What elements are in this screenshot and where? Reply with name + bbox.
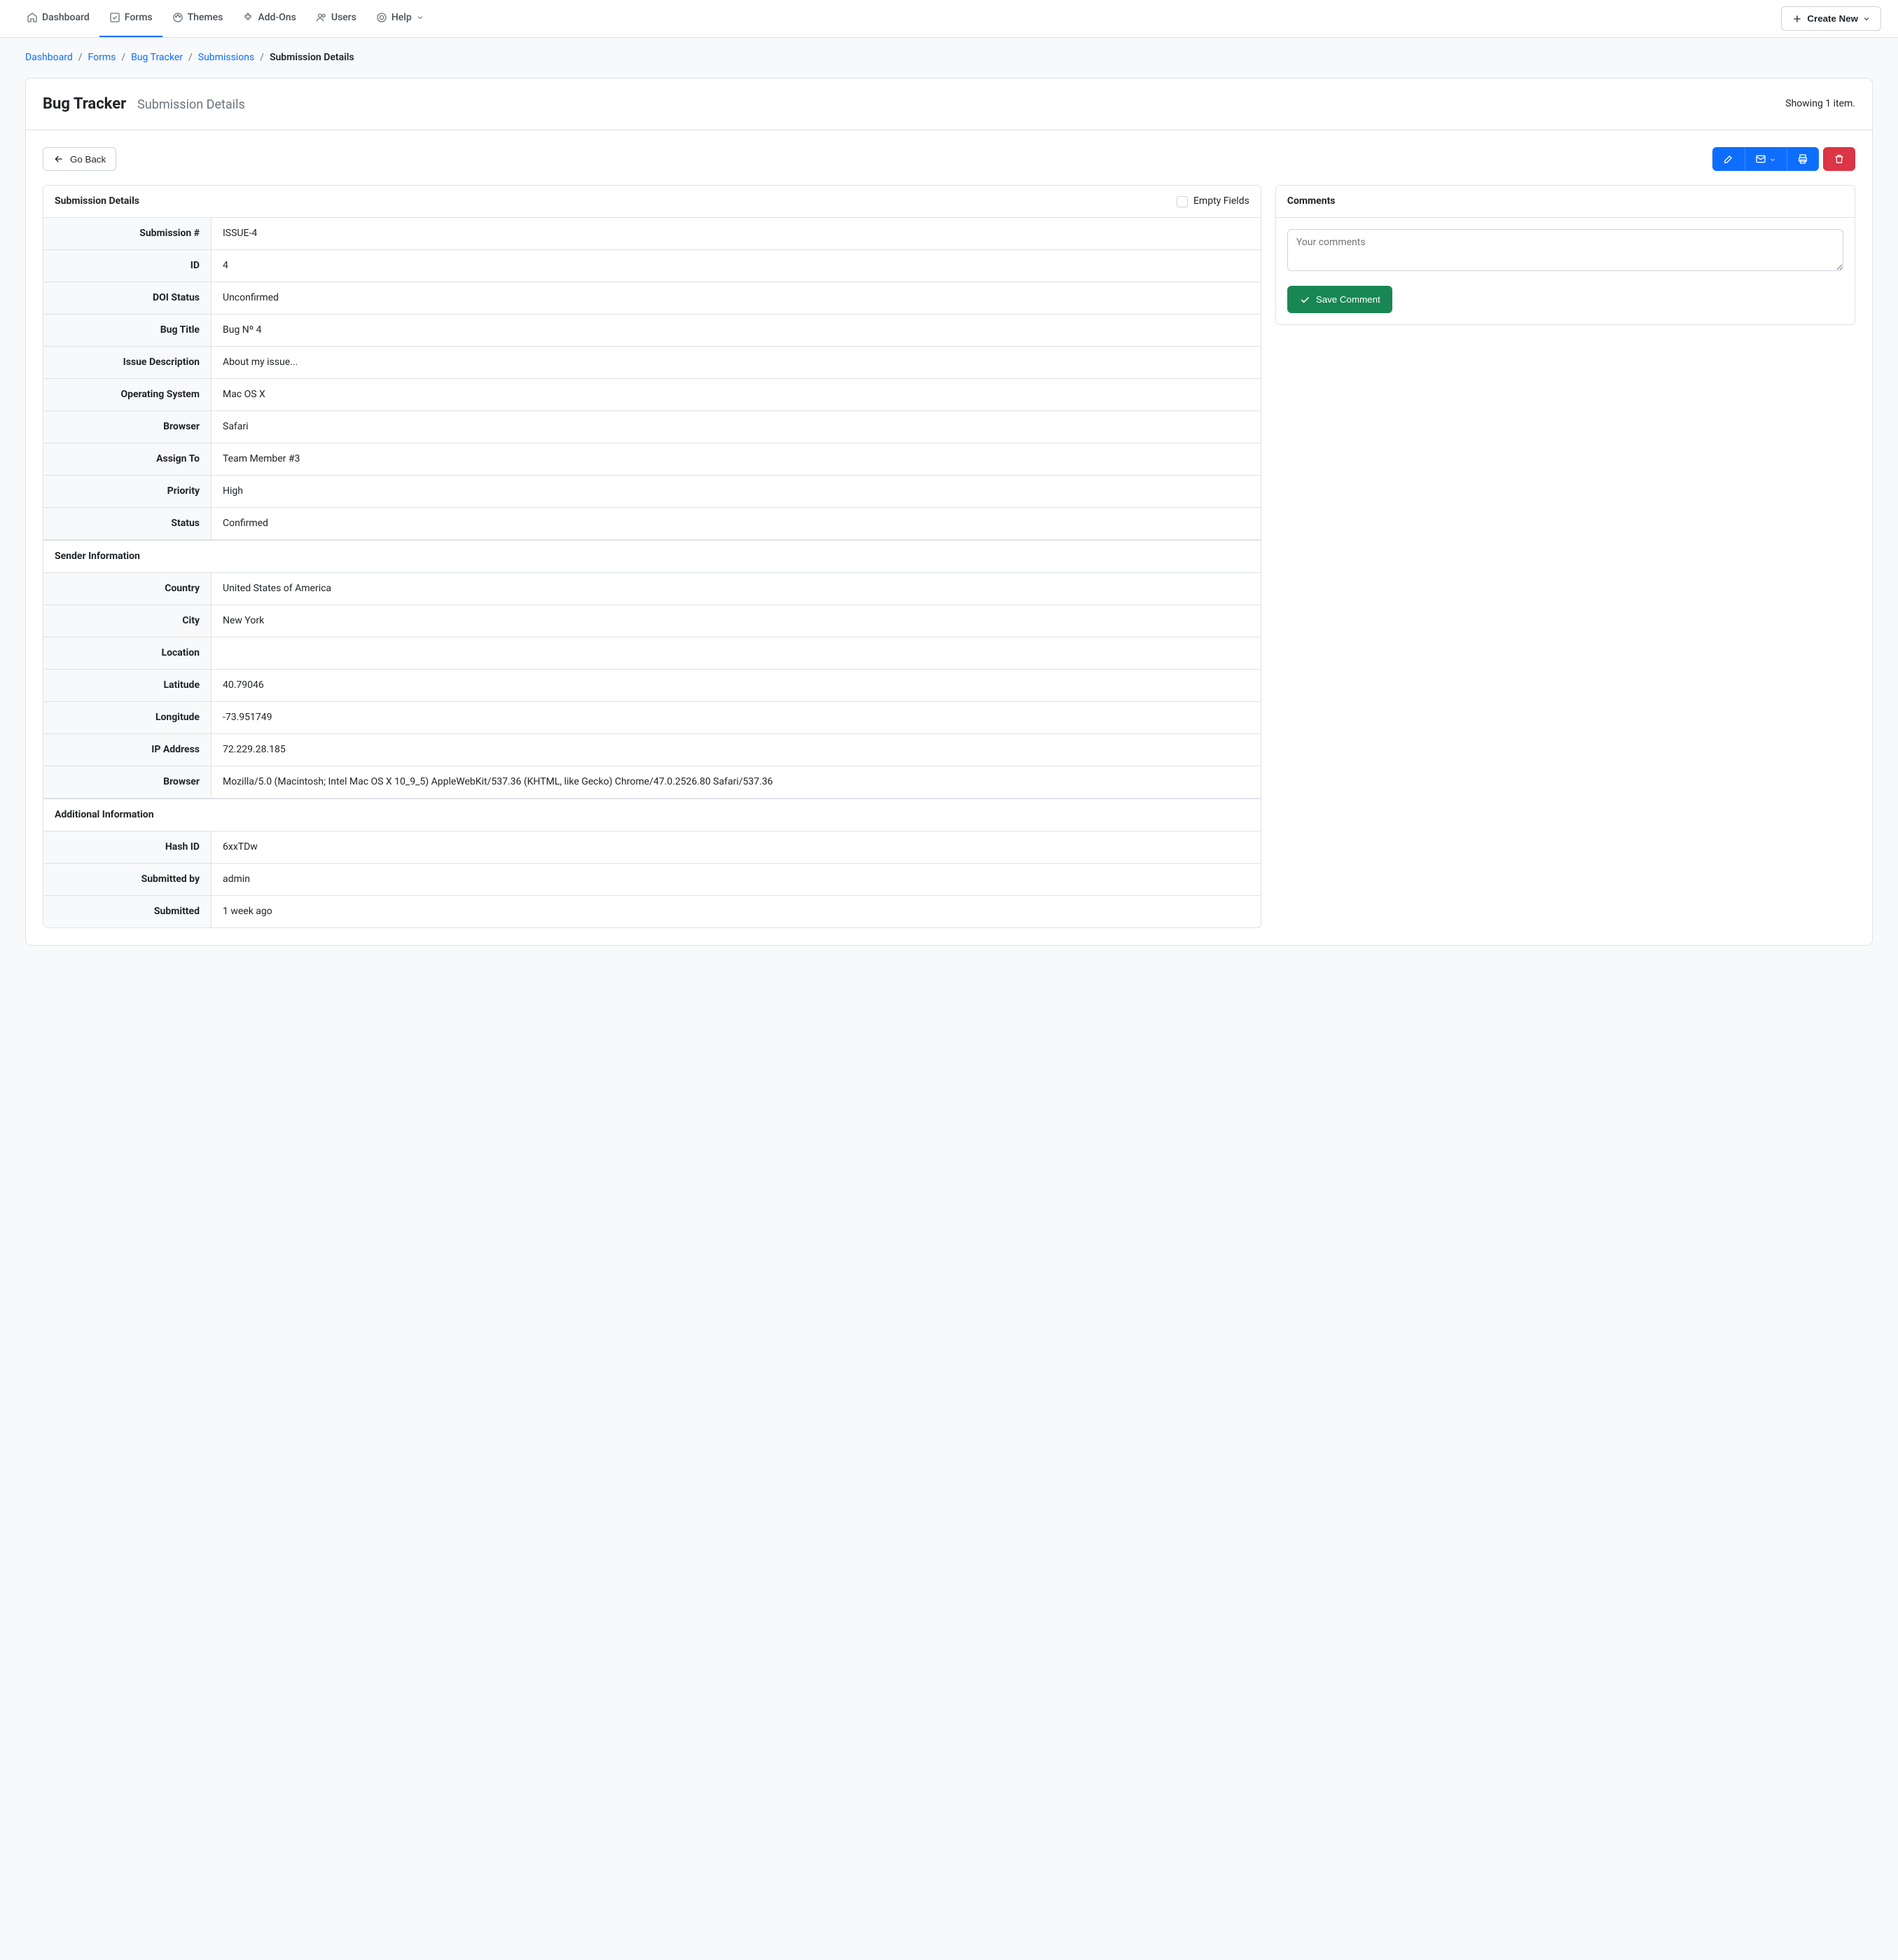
nav-dashboard[interactable]: Dashboard: [17, 0, 99, 37]
nav-help[interactable]: Help: [366, 0, 434, 37]
delete-button[interactable]: [1823, 147, 1855, 171]
print-button[interactable]: [1787, 147, 1819, 171]
table-row: City New York: [43, 605, 1261, 637]
edit-button[interactable]: [1712, 147, 1745, 171]
breadcrumb: Dashboard / Forms / Bug Tracker / Submis…: [0, 38, 1898, 78]
nav-users[interactable]: Users: [306, 0, 366, 37]
table-row: Browser Mozilla/5.0 (Macintosh; Intel Ma…: [43, 766, 1261, 799]
sender-section-title: Sender Information: [43, 540, 1261, 573]
chevron-down-icon: [416, 11, 424, 25]
check-icon: [1299, 294, 1310, 305]
table-row: Assign To Team Member #3: [43, 443, 1261, 476]
submission-details-panel: Submission Details Empty Fields Submissi…: [43, 185, 1261, 928]
table-row: Location: [43, 637, 1261, 670]
table-row: Status Confirmed: [43, 508, 1261, 540]
breadcrumb-bug-tracker[interactable]: Bug Tracker: [131, 50, 183, 65]
check-square-icon: [109, 11, 120, 25]
arrow-left-icon: [53, 153, 64, 165]
panel-title: Submission Details: [55, 194, 139, 209]
go-back-button[interactable]: Go Back: [43, 147, 116, 171]
table-row: Priority High: [43, 476, 1261, 508]
empty-fields-toggle[interactable]: Empty Fields: [1177, 194, 1249, 209]
plus-icon: [1792, 13, 1803, 24]
mail-icon: [1755, 153, 1766, 165]
additional-section-title: Additional Information: [43, 799, 1261, 831]
table-row: ID 4: [43, 250, 1261, 282]
table-row: Hash ID 6xxTDw: [43, 831, 1261, 864]
table-row: Submitted 1 week ago: [43, 896, 1261, 927]
page-title: Bug Tracker: [43, 92, 126, 116]
nav-addons[interactable]: Add-Ons: [233, 0, 305, 37]
create-new-button[interactable]: Create New: [1781, 6, 1881, 30]
nav-forms[interactable]: Forms: [99, 0, 162, 37]
nav-themes[interactable]: Themes: [162, 0, 233, 37]
comments-input[interactable]: [1287, 229, 1843, 271]
home-icon: [27, 11, 38, 25]
chevron-down-icon: [1862, 13, 1871, 24]
save-comment-button[interactable]: Save Comment: [1287, 286, 1392, 312]
table-row: Submitted by admin: [43, 864, 1261, 896]
print-icon: [1797, 153, 1808, 165]
trash-icon: [1834, 153, 1845, 165]
palette-icon: [172, 11, 183, 25]
breadcrumb-dashboard[interactable]: Dashboard: [25, 50, 73, 65]
breadcrumb-forms[interactable]: Forms: [88, 50, 116, 65]
breadcrumb-submissions[interactable]: Submissions: [198, 50, 254, 65]
top-nav: Dashboard Forms Themes Add-Ons Users: [17, 0, 434, 37]
puzzle-icon: [242, 11, 254, 25]
table-row: Longitude -73.951749: [43, 702, 1261, 734]
life-ring-icon: [376, 11, 387, 25]
table-row: Submission # ISSUE-4: [43, 218, 1261, 250]
table-row: IP Address 72.229.28.185: [43, 734, 1261, 766]
table-row: DOI Status Unconfirmed: [43, 282, 1261, 315]
checkbox-icon[interactable]: [1177, 196, 1188, 207]
showing-count: Showing 1 item.: [1785, 97, 1855, 111]
table-row: Operating System Mac OS X: [43, 379, 1261, 411]
comments-title: Comments: [1287, 194, 1336, 209]
table-row: Browser Safari: [43, 411, 1261, 443]
table-row: Latitude 40.79046: [43, 670, 1261, 702]
table-row: Country United States of America: [43, 573, 1261, 605]
chevron-down-icon: [1769, 154, 1776, 165]
comments-panel: Comments Save Comment: [1275, 185, 1855, 324]
breadcrumb-current: Submission Details: [270, 50, 354, 65]
table-row: Bug Title Bug Nº 4: [43, 315, 1261, 347]
users-icon: [316, 11, 327, 25]
table-row: Issue Description About my issue...: [43, 347, 1261, 379]
email-button[interactable]: [1745, 147, 1787, 171]
pencil-icon: [1723, 153, 1734, 165]
page-subtitle: Submission Details: [137, 95, 245, 114]
